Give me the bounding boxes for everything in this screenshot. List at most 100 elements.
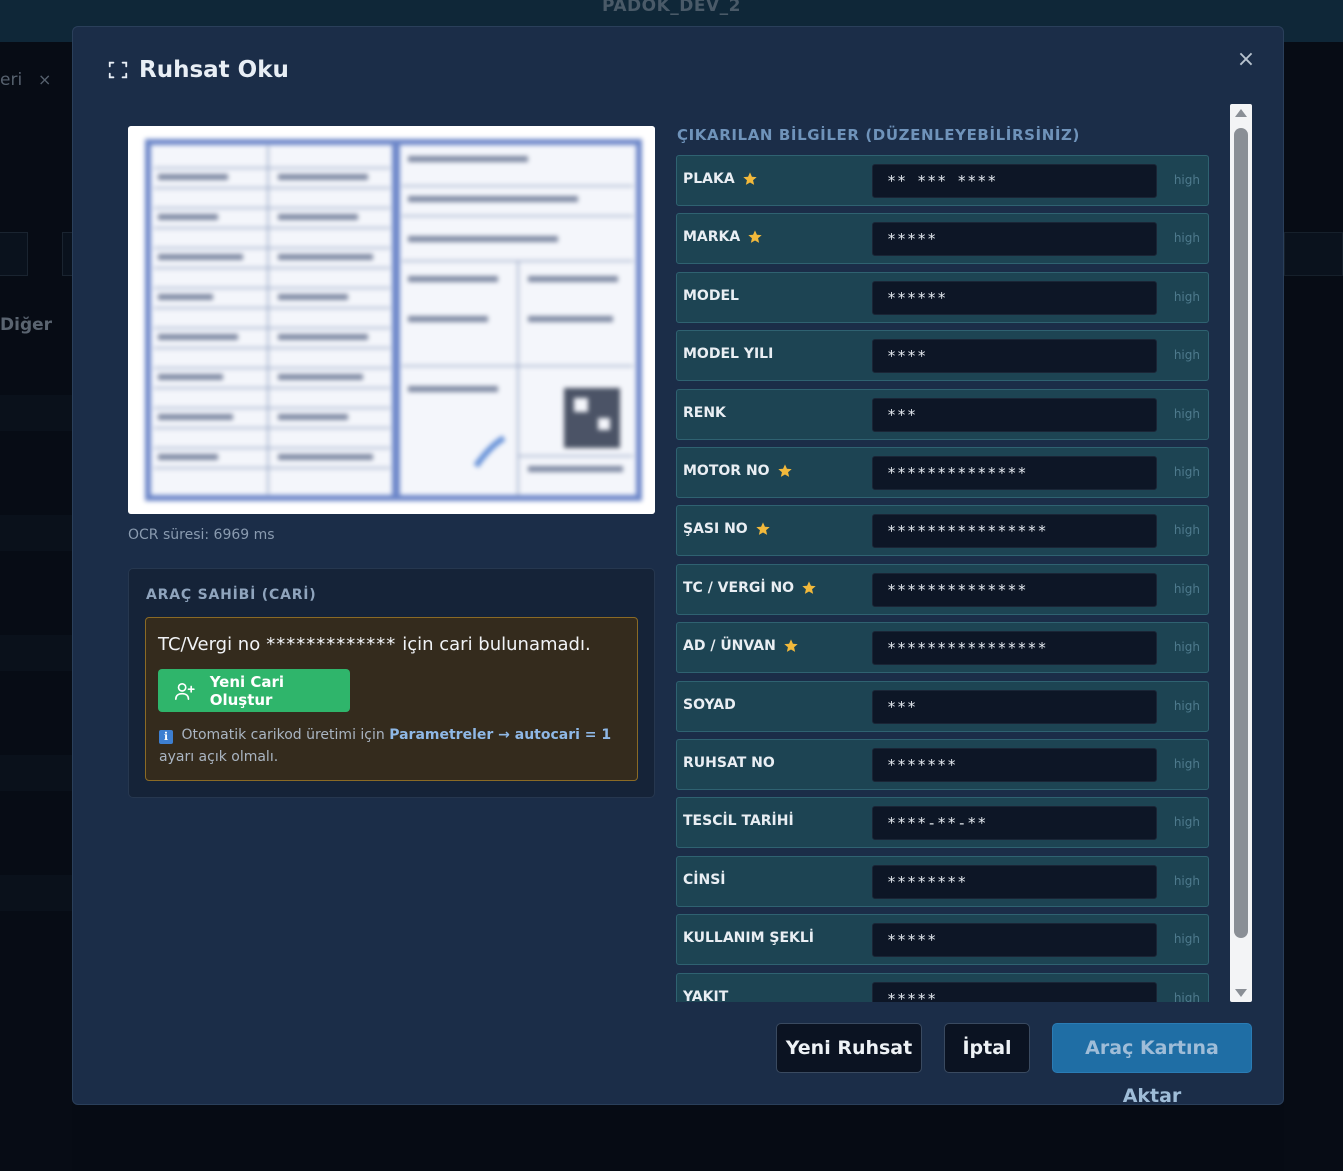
confidence-label: high (1173, 465, 1200, 479)
field-label-text: YAKIT (683, 988, 729, 1002)
field-label-text: MARKA (683, 229, 741, 246)
field-value-input[interactable]: *** (872, 397, 1157, 432)
field-value-input[interactable]: ************** (872, 456, 1157, 490)
field-row: MARKA ***** high (676, 213, 1209, 265)
field-label: MARKA (683, 229, 763, 245)
scroll-down-arrow-icon[interactable] (1235, 989, 1247, 997)
cancel-button[interactable]: İptal (944, 1023, 1030, 1073)
confidence-label: high (1173, 406, 1200, 421)
confidence-label: high (1173, 640, 1200, 655)
field-label-text: TC / VERGİ NO (683, 579, 795, 596)
modal-header: Ruhsat Oku (107, 57, 289, 83)
scroll-up-arrow-icon[interactable] (1235, 109, 1247, 117)
alert-message: TC/Vergi no ************* için cari buluna… (158, 634, 591, 655)
ocr-time-text: OCR süresi: 6969 ms (128, 527, 275, 543)
star-icon (777, 463, 793, 479)
confidence-label: high (1173, 348, 1200, 363)
field-label: PLAKA (683, 171, 758, 187)
field-value-input[interactable]: ****-**-** (872, 806, 1157, 841)
field-value-input[interactable]: ** *** **** (872, 164, 1157, 198)
field-label: SOYAD (683, 697, 736, 713)
field-label: ŞASI NO (683, 521, 771, 537)
background-input (0, 232, 28, 276)
field-label: CİNSİ (683, 872, 726, 888)
field-row: ŞASI NO **************** high (676, 505, 1209, 557)
info-text-2: ayarı açık olmalı. (159, 749, 279, 765)
field-label-text: PLAKA (683, 171, 735, 187)
confidence-label: high (1173, 873, 1200, 888)
transfer-to-vehicle-card-button[interactable]: Araç Kartına Aktar (1052, 1023, 1252, 1107)
field-row: YAKIT ***** high (676, 972, 1209, 1002)
confidence-label: high (1173, 523, 1200, 538)
field-label-text: KULLANIM ŞEKLİ (683, 930, 815, 947)
field-row: SOYAD *** high (676, 680, 1209, 732)
new-cari-label: Yeni Cari Oluştur (209, 672, 285, 709)
background-tab-label: eri (0, 70, 23, 90)
star-icon (801, 580, 817, 596)
background-row (0, 515, 72, 551)
confidence-label: high (1173, 173, 1200, 187)
field-value-input[interactable]: ***** (872, 222, 1157, 257)
confidence-label: high (1173, 815, 1200, 830)
field-label-text: MODEL YILI (683, 346, 774, 363)
alert-suffix: için cari bulunamadı. (402, 634, 591, 655)
field-value-input[interactable]: ****** (872, 280, 1157, 315)
new-license-button[interactable]: Yeni Ruhsat (776, 1023, 922, 1073)
field-label: YAKIT (683, 989, 728, 1002)
fields-scrollbar[interactable] (1230, 104, 1252, 1002)
confidence-label: high (1173, 289, 1200, 304)
field-row: PLAKA ** *** **** high (676, 155, 1209, 206)
scroll-thumb[interactable] (1234, 128, 1248, 938)
star-icon (747, 229, 763, 245)
field-label-text: CİNSİ (683, 871, 726, 888)
confidence-label: high (1173, 698, 1200, 713)
field-value-input[interactable]: ***** (872, 923, 1157, 958)
field-value-input[interactable]: **** (872, 339, 1157, 374)
field-label: TC / VERGİ NO (683, 580, 817, 596)
field-label-text: ŞASI NO (683, 521, 748, 538)
field-row: TC / VERGİ NO ************** high (676, 563, 1209, 615)
field-row: RUHSAT NO ******* high (676, 739, 1209, 790)
field-label-text: RUHSAT NO (683, 755, 775, 771)
field-label-text: AD / ÜNVAN (683, 638, 776, 655)
field-row: KULLANIM ŞEKLİ ***** high (676, 914, 1209, 966)
info-icon: ℹ (159, 730, 173, 744)
field-value-input[interactable]: ************** (872, 572, 1157, 607)
field-label: TESCİL TARİHİ (683, 813, 794, 829)
field-label: RENK (683, 405, 726, 421)
field-label-text: TESCİL TARİHİ (683, 813, 794, 830)
background-section-label: Diğer (0, 315, 53, 335)
field-value-input[interactable]: ******** (872, 864, 1157, 899)
field-row: MODEL YILI **** high (676, 330, 1209, 382)
field-value-input[interactable]: **************** (872, 514, 1157, 549)
close-button[interactable]: × (1233, 47, 1259, 73)
background-right-panel (1284, 42, 1343, 1171)
field-value-input[interactable]: **************** (872, 631, 1157, 666)
autocari-info: ℹ Otomatik carikod üretimi için Parametr… (159, 724, 629, 768)
field-row: MOTOR NO ************** high (676, 447, 1209, 498)
field-label: KULLANIM ŞEKLİ (683, 930, 814, 946)
star-icon (783, 638, 799, 654)
confidence-label: high (1173, 231, 1200, 246)
new-cari-button[interactable]: Yeni Cari Oluştur (158, 669, 350, 712)
field-label: RUHSAT NO (683, 755, 775, 771)
field-value-input[interactable]: ******* (872, 748, 1157, 782)
license-document-graphic (128, 126, 655, 514)
confidence-label: high (1173, 932, 1200, 947)
scan-icon (108, 61, 128, 79)
field-value-input[interactable]: *** (872, 689, 1157, 724)
app-title: PADOK_DEV_2 (601, 0, 741, 16)
owner-panel-title: ARAÇ SAHİBİ (CARİ) (146, 587, 317, 603)
background-row (0, 875, 72, 911)
field-label-text: RENK (683, 404, 726, 421)
license-scan-image (128, 126, 655, 514)
star-icon (755, 521, 771, 537)
background-row (0, 755, 72, 791)
background-row (0, 635, 72, 671)
field-label-text: MODEL (683, 287, 739, 304)
field-value-input[interactable]: ***** (872, 981, 1157, 1002)
background-left-panel (0, 42, 72, 1171)
add-user-icon (174, 682, 195, 700)
cari-not-found-alert: TC/Vergi no ************* için cari buluna… (145, 617, 638, 781)
field-label: MODEL YILI (683, 346, 773, 362)
